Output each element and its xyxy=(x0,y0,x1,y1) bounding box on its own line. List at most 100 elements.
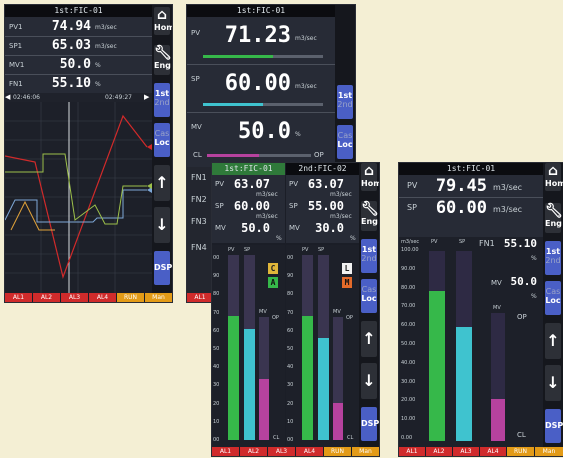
eng-button[interactable]: 🔧︎ Eng xyxy=(361,201,379,231)
row-unit: % xyxy=(95,81,101,88)
alarm-al1: AL1 xyxy=(5,293,32,302)
pv-label: PV xyxy=(289,180,299,188)
mv-unit: % xyxy=(531,293,537,300)
second-label: 2nd xyxy=(361,254,377,263)
divider xyxy=(187,64,335,65)
pv-unit: m3/sec xyxy=(493,183,523,192)
alarm-al3: AL3 xyxy=(61,293,88,302)
first-loop-button[interactable]: 1st 2nd xyxy=(545,241,561,275)
trend-panel: 1st:FIC-01 PV1 74.94 m3/sec SP1 65.03 m3… xyxy=(5,5,172,302)
home-label: Home xyxy=(545,179,563,188)
cl-label: CL xyxy=(273,435,280,441)
first-loop-button[interactable]: 1st 2nd xyxy=(361,239,377,273)
loop1-sp-fill xyxy=(244,329,255,440)
wrench-icon: 🔧︎ xyxy=(545,203,563,219)
bargraph-panel: 1st:FIC-01 PV 79.45 m3/sec SP 60.00 m3/s… xyxy=(399,163,563,456)
alarm-al2: AL2 xyxy=(33,293,60,302)
row-unit: m3/sec xyxy=(95,24,117,31)
dsp-label: DSP xyxy=(154,263,172,272)
home-button[interactable]: ⌂Home xyxy=(545,163,563,191)
row-label: SP1 xyxy=(9,42,23,50)
scale-tick-label: 10 xyxy=(287,418,294,425)
side-nav: ⌂Home 🔧︎Eng 1st2nd CasLoc ↑ ↓ DSP xyxy=(359,163,379,456)
dsp-label: DSP xyxy=(545,421,563,430)
cas-loc-button[interactable]: Cas Loc xyxy=(154,123,170,157)
loop1-sp-value: 60.00 xyxy=(233,199,270,213)
cas-loc-button[interactable]: Cas Loc xyxy=(337,125,353,159)
panel-title: 1st:FIC-01 xyxy=(187,5,335,17)
loc-label: Loc xyxy=(545,296,561,305)
down-button[interactable]: ↓ xyxy=(154,207,170,243)
divider xyxy=(187,112,335,113)
scale-tick-label: 90 xyxy=(213,273,220,280)
dsp-button[interactable]: DSP xyxy=(545,409,563,443)
value-row: SP1 65.03 m3/sec xyxy=(5,36,152,55)
scale-tick-label: 60.00 xyxy=(401,322,416,329)
mode-badge-m: M xyxy=(342,277,352,288)
home-button[interactable]: ⌂Home xyxy=(361,163,379,191)
panel-title: 1st:FIC-01 xyxy=(5,5,152,17)
sp-bar-label: SP xyxy=(244,247,251,253)
mode-badge-a: A xyxy=(268,277,278,288)
alarm-al4: AL4 xyxy=(89,293,116,302)
dsp-button[interactable]: DSP xyxy=(361,407,379,441)
down-arrow-icon: ↓ xyxy=(362,371,376,390)
loop2-mv-unit: % xyxy=(350,235,356,242)
first-loop-button[interactable]: 1st 2nd xyxy=(337,85,353,119)
scale-tick-label: 80.00 xyxy=(401,284,416,291)
scroll-left-icon[interactable]: ◀ xyxy=(5,93,10,101)
loop2-pv-value: 63.07 xyxy=(307,177,344,191)
loop1-pv-value: 63.07 xyxy=(233,177,270,191)
scale-tick-label: 80 xyxy=(213,291,220,298)
mv-label: MV xyxy=(191,123,202,131)
cas-label: Cas xyxy=(361,285,377,294)
scale-tick-label: 20 xyxy=(213,400,220,407)
cas-loc-button[interactable]: Cas Loc xyxy=(545,281,561,315)
fn-label: FN1 xyxy=(479,239,495,248)
loop1-sp-unit: m3/sec xyxy=(256,213,278,220)
down-button[interactable]: ↓ xyxy=(361,363,377,399)
wrench-icon: 🔧︎ xyxy=(361,201,379,217)
scale: 100.00 90.00 80.00 70.00 60.00 50.00 40.00 30.0… xyxy=(401,247,427,443)
alarm-al3: AL3 xyxy=(453,447,479,456)
values-area: PV 71.23 m3/sec SP 60.00 m3/sec MV 50.0 … xyxy=(187,17,335,167)
sp-unit: m3/sec xyxy=(295,83,317,90)
up-button[interactable]: ↑ xyxy=(545,323,561,359)
fn1-label: FN1 xyxy=(191,173,207,182)
sp-label: SP xyxy=(215,202,224,210)
mv-value: 50.0 xyxy=(59,57,91,72)
mv-fill xyxy=(491,398,505,441)
first-label: 1st xyxy=(361,245,377,254)
up-button[interactable]: ↑ xyxy=(361,321,377,357)
down-button[interactable]: ↓ xyxy=(545,365,561,401)
up-button[interactable]: ↑ xyxy=(154,165,170,201)
loop2-pv-unit: m3/sec xyxy=(330,191,352,198)
dual-loop-panel: 1st:FIC-01 2nd:FIC-02 PV 63.07 m3/sec SP… xyxy=(212,163,379,456)
eng-button[interactable]: 🔧︎ Eng xyxy=(154,45,172,75)
first-loop-button[interactable]: 1st 2nd xyxy=(154,83,170,117)
alarm-al1: AL1 xyxy=(399,447,425,456)
dsp-button[interactable]: DSP xyxy=(154,251,172,285)
eng-label: Eng xyxy=(154,61,171,70)
scale-tick-label: 40 xyxy=(287,364,294,371)
scroll-right-icon[interactable]: ▶ xyxy=(144,93,149,101)
eng-label: Eng xyxy=(545,219,562,228)
mv-label: MV xyxy=(215,224,226,232)
eng-button[interactable]: 🔧︎ Eng xyxy=(545,203,563,233)
scale-tick-label: 00 xyxy=(213,437,220,443)
row-label: FN1 xyxy=(9,80,23,88)
scale-tick-label: 70 xyxy=(213,309,220,316)
scale-tick-label: 60 xyxy=(287,327,294,334)
up-arrow-icon: ↑ xyxy=(155,173,169,192)
cas-label: Cas xyxy=(154,129,170,138)
eng-label: Eng xyxy=(361,217,378,226)
alarm-al3: AL3 xyxy=(268,447,295,456)
home-button[interactable]: ⌂Home xyxy=(154,7,172,35)
trend-chart xyxy=(5,102,152,293)
sp-label: SP xyxy=(407,203,417,212)
loop2-sp-fill xyxy=(318,338,329,440)
cas-loc-button[interactable]: Cas Loc xyxy=(361,279,377,313)
fn2-label: FN2 xyxy=(191,195,207,204)
home-label: Home xyxy=(154,23,172,32)
time-start: 02:46:06 xyxy=(13,94,40,101)
